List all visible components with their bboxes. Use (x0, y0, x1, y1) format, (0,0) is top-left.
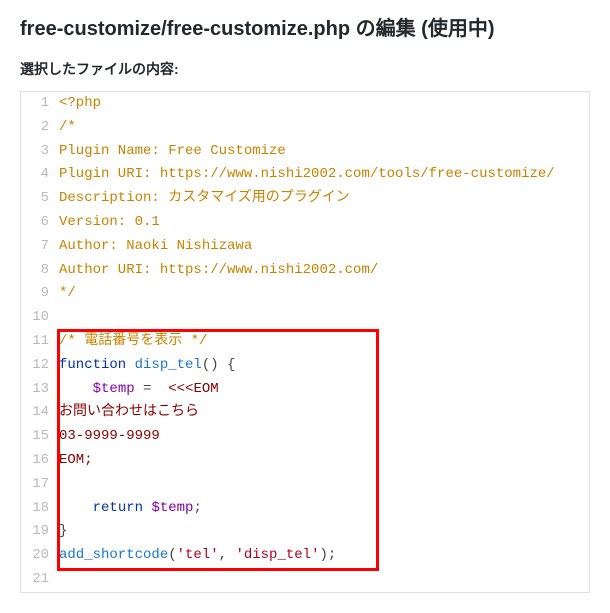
line-number: 15 (21, 425, 57, 449)
code-content[interactable]: <?php (57, 92, 101, 116)
line-number: 19 (21, 520, 57, 544)
code-line[interactable]: 21 (21, 568, 589, 592)
code-content[interactable]: EOM; (57, 449, 93, 473)
line-number: 12 (21, 354, 57, 378)
code-content[interactable]: Plugin Name: Free Customize (57, 140, 286, 164)
code-line[interactable]: 12function disp_tel() { (21, 354, 589, 378)
line-number: 1 (21, 92, 57, 116)
line-number: 20 (21, 544, 57, 568)
code-content[interactable] (57, 306, 59, 330)
line-number: 2 (21, 116, 57, 140)
code-content[interactable] (57, 473, 59, 497)
code-content[interactable]: } (57, 520, 67, 544)
line-number: 4 (21, 163, 57, 187)
page-title: free-customize/free-customize.php の編集 (使… (20, 12, 590, 41)
line-number: 5 (21, 187, 57, 211)
code-content[interactable]: Author: Naoki Nishizawa (57, 235, 252, 259)
code-line[interactable]: 3Plugin Name: Free Customize (21, 140, 589, 164)
editor-subtitle: 選択したファイルの内容: (20, 59, 590, 79)
code-line[interactable]: 7Author: Naoki Nishizawa (21, 235, 589, 259)
line-number: 3 (21, 140, 57, 164)
line-number: 17 (21, 473, 57, 497)
code-content[interactable]: Plugin URI: https://www.nishi2002.com/to… (57, 163, 555, 187)
line-number: 18 (21, 497, 57, 521)
code-content[interactable]: Description: カスタマイズ用のプラグイン (57, 187, 350, 211)
code-content[interactable]: Author URI: https://www.nishi2002.com/ (57, 259, 378, 283)
code-content[interactable]: /* 電話番号を表示 */ (57, 330, 207, 354)
code-line[interactable]: 10 (21, 306, 589, 330)
code-line[interactable]: 20add_shortcode('tel', 'disp_tel'); (21, 544, 589, 568)
code-content[interactable] (57, 568, 59, 592)
code-content[interactable]: $temp = <<<EOM (57, 378, 219, 402)
code-line[interactable]: 5Description: カスタマイズ用のプラグイン (21, 187, 589, 211)
line-number: 21 (21, 568, 57, 592)
code-line[interactable]: 16EOM; (21, 449, 589, 473)
code-line[interactable]: 11/* 電話番号を表示 */ (21, 330, 589, 354)
line-number: 6 (21, 211, 57, 235)
code-line[interactable]: 2/* (21, 116, 589, 140)
code-line[interactable]: 6Version: 0.1 (21, 211, 589, 235)
code-line[interactable]: 8Author URI: https://www.nishi2002.com/ (21, 259, 589, 283)
code-content[interactable]: /* (57, 116, 76, 140)
code-content[interactable]: Version: 0.1 (57, 211, 160, 235)
code-line[interactable]: 1503-9999-9999 (21, 425, 589, 449)
code-content[interactable]: */ (57, 282, 76, 306)
code-line[interactable]: 17 (21, 473, 589, 497)
code-line[interactable]: 19} (21, 520, 589, 544)
code-line[interactable]: 14お問い合わせはこちら (21, 401, 589, 425)
line-number: 9 (21, 282, 57, 306)
code-content[interactable]: お問い合わせはこちら (57, 401, 199, 425)
code-line[interactable]: 13 $temp = <<<EOM (21, 378, 589, 402)
code-line[interactable]: 18 return $temp; (21, 497, 589, 521)
line-number: 16 (21, 449, 57, 473)
line-number: 10 (21, 306, 57, 330)
line-number: 11 (21, 330, 57, 354)
code-line[interactable]: 1<?php (21, 92, 589, 116)
code-line[interactable]: 4Plugin URI: https://www.nishi2002.com/t… (21, 163, 589, 187)
code-content[interactable]: return $temp; (57, 497, 202, 521)
line-number: 8 (21, 259, 57, 283)
code-line[interactable]: 9*/ (21, 282, 589, 306)
line-number: 7 (21, 235, 57, 259)
code-content[interactable]: function disp_tel() { (57, 354, 235, 378)
code-content[interactable]: 03-9999-9999 (57, 425, 160, 449)
code-content[interactable]: add_shortcode('tel', 'disp_tel'); (57, 544, 336, 568)
code-editor[interactable]: 1<?php2/*3Plugin Name: Free Customize4Pl… (20, 91, 590, 593)
line-number: 14 (21, 401, 57, 425)
line-number: 13 (21, 378, 57, 402)
